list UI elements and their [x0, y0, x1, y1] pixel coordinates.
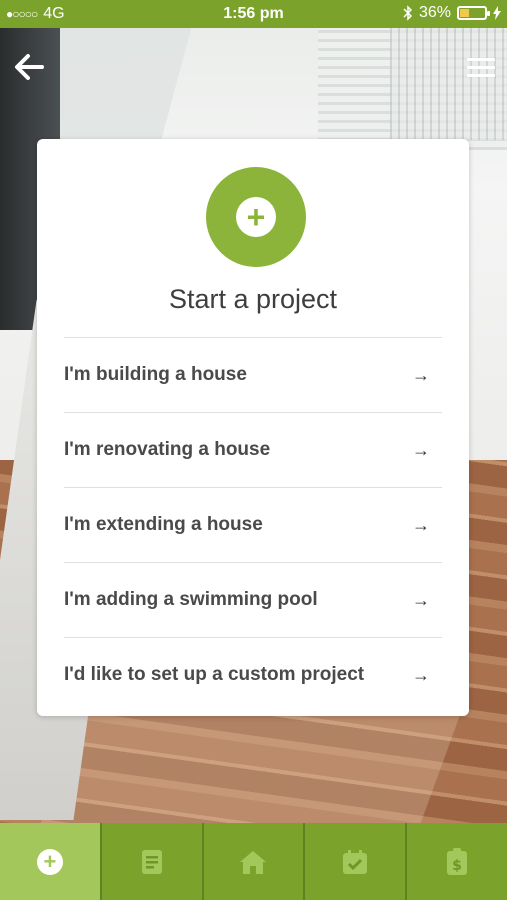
svg-text:$: $ — [452, 858, 462, 874]
option-extending-house[interactable]: I'm extending a house → — [64, 487, 442, 562]
status-bar: ●○○○○ 4G 1:56 pm 36% — [0, 0, 507, 28]
calendar-check-icon — [343, 849, 368, 874]
option-renovating-house[interactable]: I'm renovating a house → — [64, 412, 442, 487]
document-icon — [141, 849, 162, 874]
battery-icon — [457, 6, 490, 20]
battery-percent: 36% — [418, 4, 451, 21]
plus-circle-icon: + — [206, 167, 306, 267]
option-swimming-pool[interactable]: I'm adding a swimming pool → — [64, 562, 442, 637]
home-icon — [240, 850, 267, 874]
arrow-right-icon: → — [412, 439, 430, 460]
tab-add-project[interactable]: + — [0, 823, 100, 900]
add-project-icon: + — [36, 848, 63, 875]
option-label: I'm adding a swimming pool — [64, 589, 318, 610]
project-options-list: I'm building a house → I'm renovating a … — [64, 337, 442, 712]
budget-clipboard-icon: $ — [447, 847, 468, 875]
arrow-right-icon: → — [412, 514, 430, 535]
arrow-right-icon: → — [412, 364, 430, 385]
tab-budget[interactable]: $ — [405, 823, 507, 900]
card-title: Start a project — [168, 284, 338, 314]
tab-documents[interactable] — [99, 823, 202, 900]
arrow-left-icon — [15, 54, 44, 80]
charging-bolt-icon — [493, 6, 501, 20]
start-project-card: + Start a project I'm building a house →… — [37, 139, 469, 716]
arrow-right-icon: → — [412, 589, 430, 610]
bottom-tab-bar: + $ — [0, 823, 507, 900]
option-label: I'm building a house — [64, 364, 247, 385]
back-button[interactable] — [12, 52, 52, 88]
option-label: I'm renovating a house — [64, 439, 271, 460]
bluetooth-icon — [403, 5, 413, 21]
option-building-house[interactable]: I'm building a house → — [64, 337, 442, 412]
tab-home[interactable] — [201, 823, 304, 900]
option-label: I'm extending a house — [64, 514, 263, 535]
tab-calendar[interactable] — [303, 823, 405, 900]
menu-button[interactable] — [467, 58, 495, 80]
option-label: I'd like to set up a custom project — [64, 664, 365, 685]
option-custom-project[interactable]: I'd like to set up a custom project → — [64, 637, 442, 712]
arrow-right-icon: → — [412, 664, 430, 685]
hamburger-menu-icon — [467, 58, 495, 61]
